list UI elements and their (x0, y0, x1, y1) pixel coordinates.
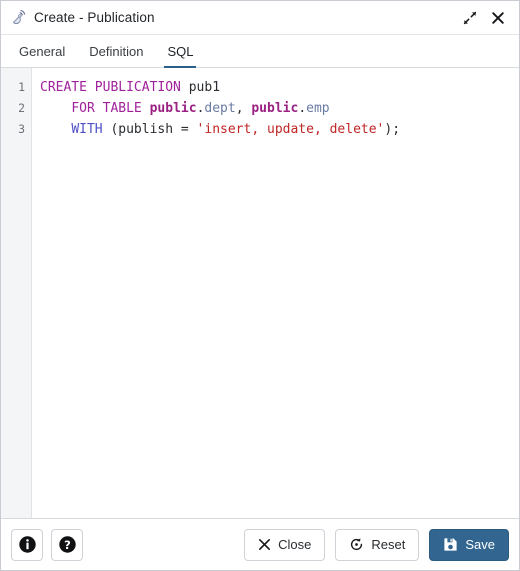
tab-definition[interactable]: Definition (77, 35, 155, 67)
dialog-title: Create - Publication (34, 10, 155, 25)
info-icon (18, 535, 37, 554)
dialog-titlebar: Create - Publication (1, 1, 519, 35)
x-icon (258, 538, 271, 551)
footer-left-actions: ? (11, 528, 83, 561)
close-icon[interactable] (487, 7, 509, 29)
sql-token-str: 'insert, update, delete' (196, 122, 385, 137)
sql-token-plain: ); (384, 122, 401, 137)
sql-line: WITH (publish = 'insert, update, delete'… (40, 119, 519, 140)
sql-token-kw: CREATE PUBLICATION (40, 80, 189, 95)
close-button[interactable]: Close (244, 528, 326, 561)
floppy-disk-icon (443, 537, 458, 552)
svg-text:?: ? (64, 538, 71, 552)
sql-token-kw2: WITH (71, 122, 103, 137)
expand-button[interactable] (459, 7, 481, 29)
sql-token-ident: emp (306, 101, 330, 116)
sql-token-plain: (publish = (102, 122, 197, 137)
create-publication-dialog: Create - Publication General Definition … (0, 0, 520, 571)
reset-icon (349, 537, 364, 552)
sql-token-plain (40, 101, 71, 116)
dialog-tabs: General Definition SQL (1, 35, 519, 68)
help-button[interactable]: ? (51, 528, 83, 561)
line-number: 3 (18, 122, 25, 136)
sql-token-ident: dept (204, 101, 236, 116)
line-number-gutter: 1 2 3 (1, 68, 32, 518)
sql-editor[interactable]: 1 2 3 CREATE PUBLICATION pub1 FOR TABLE … (1, 68, 519, 518)
save-button-label: Save (465, 537, 495, 552)
sql-token-kw: FOR TABLE (71, 101, 150, 116)
sql-token-plain (40, 122, 71, 137)
info-button[interactable] (11, 528, 43, 561)
sql-code-area[interactable]: CREATE PUBLICATION pub1 FOR TABLE public… (32, 68, 519, 518)
save-button[interactable]: Save (429, 528, 509, 561)
reset-button-label: Reset (371, 537, 406, 552)
dialog-footer: ? Close Reset Save (1, 518, 519, 570)
sql-token-plain: , (235, 101, 252, 116)
sql-token-schema: public (251, 101, 299, 116)
sql-line: CREATE PUBLICATION pub1 (40, 77, 519, 98)
reset-button[interactable]: Reset (335, 528, 420, 561)
sql-token-plain: . (298, 101, 307, 116)
footer-right-actions: Close Reset Save (244, 528, 509, 561)
close-button-label: Close (278, 537, 312, 552)
line-number: 1 (18, 80, 25, 94)
tab-sql[interactable]: SQL (155, 35, 205, 68)
question-mark-icon: ? (58, 535, 77, 554)
sql-line: FOR TABLE public.dept, public.emp (40, 98, 519, 119)
satellite-dish-icon (11, 9, 29, 27)
line-number: 2 (18, 101, 25, 115)
sql-token-plain: pub1 (188, 80, 221, 95)
sql-token-schema: public (149, 101, 197, 116)
tab-general[interactable]: General (7, 35, 77, 67)
